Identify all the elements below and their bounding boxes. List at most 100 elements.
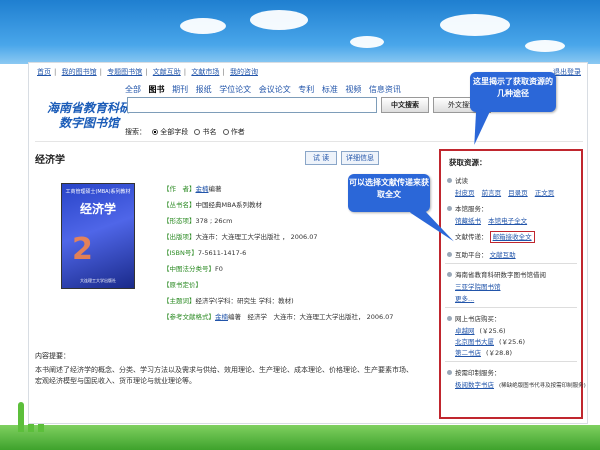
metadata-value: 378 ; 26cm — [195, 217, 233, 225]
metadata-key: 【出版项】 — [163, 233, 196, 241]
top-navigation: 首页 | 我的图书馆 | 专题图书馆 | 文献互助 | 文献市场 | 我的咨询 — [37, 68, 258, 76]
print-row: 按需印制服务： — [447, 367, 501, 377]
metadata-key: 【原书定价】 — [163, 281, 202, 289]
buy-label: 网上书店购买： — [455, 315, 501, 323]
metadata-row: 【主题词】经济学(学科：研究生 学科：教材) — [163, 295, 294, 305]
local-service-label: 本馆服务： — [455, 205, 488, 213]
cloud-decoration — [440, 14, 510, 36]
tab-all[interactable]: 全部 — [125, 85, 141, 94]
nav-doc-mutual-link[interactable]: 文献互助 — [153, 68, 181, 76]
shop-price: (￥28.8) — [486, 349, 513, 357]
print-label: 按需印制服务： — [455, 369, 501, 377]
panel-title: 获取资源： — [449, 158, 487, 167]
metadata-key: 【主题词】 — [163, 297, 196, 305]
grass-decoration — [18, 402, 24, 432]
tab-news[interactable]: 信息资讯 — [369, 85, 401, 94]
nav-special-library-link[interactable]: 专题图书馆 — [107, 68, 142, 76]
metadata-row: 【原书定价】 — [163, 279, 202, 289]
doc-delivery-row: 文献传递： 邮箱接收全文 — [455, 231, 540, 243]
metadata-row: 【出版项】大连市：大连理工大学出版社 ， 2006.07 — [163, 231, 318, 241]
radio-all-fields-label: 全部字段 — [160, 128, 189, 136]
metadata-key: 【作 者】 — [163, 185, 196, 193]
second-bookstore-link[interactable]: 第二书店 — [455, 349, 481, 357]
nav-home-link[interactable]: 首页 — [37, 68, 51, 76]
mutual-platform-row: 互助平台： 文献互助 — [447, 249, 521, 259]
divider — [445, 307, 577, 308]
shop-item: 第二书店 (￥28.8) — [455, 347, 512, 357]
local-service-links: 馆藏纸书 本馆电子全文 — [455, 215, 532, 225]
author-link[interactable]: 金楠 — [196, 185, 209, 193]
trial-links: 封皮页 前言页 目录页 正文页 — [455, 187, 559, 197]
jiyue-bookstore-link[interactable]: 极阅数字书店 — [455, 381, 494, 389]
tab-newspapers[interactable]: 报纸 — [196, 85, 212, 94]
body-page-link[interactable]: 正文页 — [535, 189, 555, 197]
contents-page-link[interactable]: 目录页 — [508, 189, 528, 197]
bullet-icon — [447, 272, 452, 277]
tab-patents[interactable]: 专利 — [298, 85, 314, 94]
local-fulltext-link[interactable]: 本馆电子全文 — [488, 217, 527, 225]
cover-publisher-text: 大连理工大学出版社 — [80, 278, 116, 283]
metadata-row: 【丛书名】中国经典MBA系列教材 — [163, 199, 262, 209]
cover-page-link[interactable]: 封皮页 — [455, 189, 475, 197]
cloud-decoration — [525, 40, 565, 52]
metadata-row: 【作 者】金楠编著 — [163, 183, 222, 193]
metadata-value: 7-5611-1417-6 — [197, 249, 247, 257]
beijing-bookstore-link[interactable]: 北京图书大厦 — [455, 338, 494, 346]
radio-all-fields[interactable] — [152, 129, 159, 135]
callout-resource-ways: 这里揭示了获取资源的几种途径 — [470, 72, 556, 112]
shop-price: (￥25.6) — [479, 327, 506, 335]
sanya-library-link[interactable]: 三亚学院图书馆 — [455, 283, 501, 291]
search-input[interactable] — [127, 97, 377, 113]
bullet-icon — [447, 206, 452, 211]
radio-book-title[interactable] — [194, 129, 201, 135]
union-row: 海南省教育科研数字图书馆借阅 — [447, 269, 546, 279]
trial-read-button[interactable]: 试 读 — [305, 151, 337, 165]
tab-standards[interactable]: 标准 — [322, 85, 338, 94]
tab-books[interactable]: 图书 — [149, 85, 165, 94]
doc-delivery-label: 文献传递： — [455, 233, 488, 241]
nav-my-library-link[interactable]: 我的图书馆 — [62, 68, 97, 76]
radio-author[interactable] — [222, 129, 229, 135]
metadata-value: 编著 — [208, 185, 222, 193]
shop-price: (￥25.6) — [499, 338, 526, 346]
metadata-value: 编著 经济学 大连市：大连理工大学出版社， 2006.07 — [228, 313, 394, 321]
metadata-key: 【丛书名】 — [163, 201, 196, 209]
nav-doc-market-link[interactable]: 文献市场 — [191, 68, 219, 76]
cover-number-graphic: 2 — [72, 232, 93, 267]
buy-row: 网上书店购买： — [447, 313, 501, 323]
tab-conference-papers[interactable]: 会议论文 — [259, 85, 291, 94]
metadata-row: 【ISBN号】7-5611-1417-6 — [163, 247, 246, 257]
logout-link[interactable]: 退出登录 — [553, 67, 581, 77]
joyo-shop-link[interactable]: 卓越网 — [455, 327, 475, 335]
metadata-key: 【形态项】 — [163, 217, 196, 225]
search-scope: 搜索： 全部字段 书名 作者 — [125, 127, 245, 137]
detail-info-button[interactable]: 详细信息 — [341, 151, 379, 165]
cover-series-text: 工商管理硕士(MBA)系列教材 — [65, 189, 131, 195]
bullet-icon — [447, 178, 452, 183]
doc-mutual-link[interactable]: 文献互助 — [490, 251, 516, 259]
author-link[interactable]: 金楠 — [215, 313, 228, 321]
print-holdings-link[interactable]: 馆藏纸书 — [455, 217, 481, 225]
chinese-search-button[interactable]: 中文搜索 — [381, 97, 429, 113]
metadata-row: 【参考文献格式】金楠编著 经济学 大连市：大连理工大学出版社， 2006.07 — [163, 311, 393, 321]
intro-heading: 内容提要： — [35, 352, 70, 360]
book-cover-image: 工商管理硕士(MBA)系列教材 经济学 2 大连理工大学出版社 — [61, 183, 135, 289]
slide-bottom-bar — [0, 425, 600, 450]
metadata-value: 中国经典MBA系列教材 — [195, 201, 263, 209]
metadata-row: 【形态项】378 ; 26cm — [163, 215, 232, 225]
tab-theses[interactable]: 学位论文 — [219, 85, 251, 94]
union-label: 海南省教育科研数字图书馆借阅 — [455, 271, 546, 279]
divider — [35, 141, 583, 142]
metadata-value: 经济学(学科：研究生 学科：教材) — [195, 297, 294, 305]
nav-my-consult-link[interactable]: 我的咨询 — [230, 68, 258, 76]
cloud-decoration — [350, 36, 384, 48]
get-resources-panel: 获取资源： 试读 封皮页 前言页 目录页 正文页 本馆服务： 馆藏纸书 本馆电子… — [439, 149, 586, 419]
metadata-value: F0 — [215, 265, 223, 273]
mutual-label: 互助平台： — [455, 251, 488, 259]
union-links: 三亚学院图书馆 — [455, 281, 506, 291]
tab-videos[interactable]: 视频 — [345, 85, 361, 94]
more-libraries-link[interactable]: 更多... — [455, 295, 474, 303]
preface-page-link[interactable]: 前言页 — [482, 189, 502, 197]
tab-journals[interactable]: 期刊 — [172, 85, 188, 94]
email-fulltext-link[interactable]: 邮箱接收全文 — [489, 231, 535, 243]
